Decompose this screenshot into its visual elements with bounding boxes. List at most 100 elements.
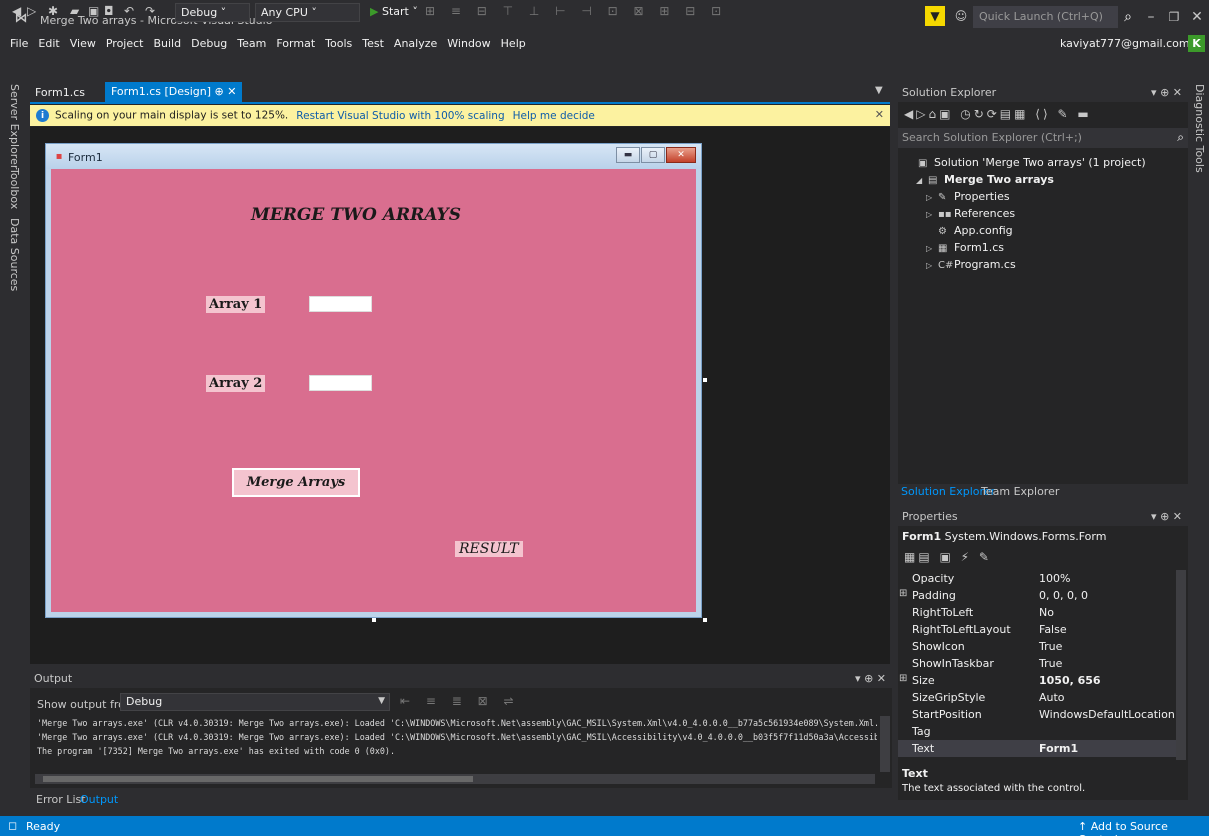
tab-error-list[interactable]: Error List xyxy=(36,793,86,806)
property-value[interactable]: Auto xyxy=(1039,691,1065,704)
panel-pin-close-icons[interactable]: ▾ ⊕ ✕ xyxy=(1151,86,1182,99)
solution-explorer-search-input[interactable]: Search Solution Explorer (Ctrl+;) ⌕ xyxy=(898,128,1188,148)
menu-team[interactable]: Team xyxy=(232,34,271,53)
pin-icon[interactable]: ⊕ xyxy=(215,85,224,98)
output-toolbar-icons[interactable]: ⇤ ≡ ≣ ⊠ ⇌ xyxy=(400,694,520,708)
menu-tools[interactable]: Tools xyxy=(320,34,357,53)
menu-test[interactable]: Test xyxy=(357,34,389,53)
save-icon[interactable]: ▣ xyxy=(88,4,99,22)
resize-handle-right[interactable] xyxy=(703,378,707,382)
resize-handle-corner[interactable] xyxy=(703,618,707,622)
output-pin-close-icons[interactable]: ▾ ⊕ ✕ xyxy=(855,672,886,685)
property-row[interactable]: ⊞ Size 1050, 656 xyxy=(898,672,1176,689)
restart-scaling-link[interactable]: Restart Visual Studio with 100% scaling xyxy=(296,110,504,122)
new-project-icon[interactable]: ✱ xyxy=(48,4,58,22)
tree-item[interactable]: ▣ Solution 'Merge Two arrays' (1 project) xyxy=(898,156,1146,173)
help-decide-link[interactable]: Help me decide xyxy=(513,110,595,122)
form-maximize-button[interactable]: ▢ xyxy=(641,147,665,163)
tree-item[interactable]: ▷ ▪▪ References xyxy=(898,207,1015,224)
property-row[interactable]: ShowIcon True xyxy=(898,638,1176,655)
server-explorer-tab[interactable]: Server Explorer xyxy=(8,84,21,169)
tree-item[interactable]: ◢ ▤ Merge Two arrays xyxy=(898,173,1054,190)
output-scroll-thumb[interactable] xyxy=(43,776,473,782)
property-row[interactable]: StartPosition WindowsDefaultLocation xyxy=(898,706,1176,723)
property-value[interactable]: True xyxy=(1039,640,1062,653)
notification-filter-icon[interactable]: ▼ xyxy=(925,6,945,26)
property-value[interactable]: WindowsDefaultLocation xyxy=(1039,708,1175,721)
platform-select[interactable]: Any CPU ˅ xyxy=(255,3,360,22)
feedback-icon[interactable]: ☺ xyxy=(953,8,969,24)
merge-arrays-button[interactable]: Merge Arrays xyxy=(232,468,360,497)
tab-output[interactable]: Output xyxy=(80,793,118,806)
menu-window[interactable]: Window xyxy=(442,34,495,53)
menu-project[interactable]: Project xyxy=(101,34,149,53)
search-icon[interactable]: ⌕ xyxy=(1118,6,1138,28)
property-value[interactable]: 1050, 656 xyxy=(1039,674,1101,687)
quick-launch-input[interactable]: Quick Launch (Ctrl+Q) xyxy=(973,6,1118,28)
restore-button[interactable]: ❐ xyxy=(1163,6,1185,28)
form-minimize-button[interactable]: ▬ xyxy=(616,147,640,163)
collapsed-arrow-icon[interactable]: ▷ xyxy=(926,244,938,253)
menu-file[interactable]: File xyxy=(0,34,33,53)
properties-toolbar[interactable]: ▦▤ ▣ ⚡ ✎ xyxy=(898,548,1188,568)
collapsed-arrow-icon[interactable]: ▷ xyxy=(926,210,938,219)
property-row[interactable]: ⊞ Padding 0, 0, 0, 0 xyxy=(898,587,1176,604)
menu-debug[interactable]: Debug xyxy=(186,34,232,53)
property-row[interactable]: Opacity 100% xyxy=(898,570,1176,587)
open-file-icon[interactable]: ▰ xyxy=(70,4,79,22)
minimize-button[interactable]: – xyxy=(1140,6,1162,28)
back-icon[interactable]: ◀ xyxy=(12,4,21,22)
tabs-dropdown-icon[interactable]: ▼ xyxy=(875,85,883,96)
expand-plus-icon[interactable]: ⊞ xyxy=(899,588,907,599)
redo-icon[interactable]: ↷ xyxy=(145,4,155,22)
diagnostic-tools-tab[interactable]: Diagnostic Tools xyxy=(1193,84,1206,173)
tree-item[interactable]: ⚙ App.config xyxy=(898,224,1013,241)
property-value[interactable]: 100% xyxy=(1039,572,1070,585)
properties-object-select[interactable]: Form1 System.Windows.Forms.Form xyxy=(898,528,1188,546)
resize-handle-bottom[interactable] xyxy=(372,618,376,622)
menu-view[interactable]: View xyxy=(65,34,101,53)
menu-help[interactable]: Help xyxy=(496,34,531,53)
save-all-icon[interactable]: ◘ xyxy=(104,4,114,22)
property-row[interactable]: RightToLeftLayout False xyxy=(898,621,1176,638)
menu-format[interactable]: Format xyxy=(271,34,320,53)
layout-alignment-icons[interactable]: ⊞ ≡ ⊟ ⊤ ⊥ ⊢ ⊣ ⊡ ⊠ ⊞ ⊟ ⊡ xyxy=(425,4,727,22)
output-vertical-scrollbar[interactable] xyxy=(880,716,890,772)
property-value[interactable]: False xyxy=(1039,623,1067,636)
tab-close-icon[interactable]: ✕ xyxy=(227,85,236,98)
tab-form1-cs[interactable]: Form1.cs xyxy=(35,86,85,99)
forward-icon[interactable]: ▷ xyxy=(27,4,36,22)
close-button[interactable]: ✕ xyxy=(1186,6,1208,28)
search-icon[interactable]: ⌕ xyxy=(1177,130,1184,145)
expand-plus-icon[interactable]: ⊞ xyxy=(899,673,907,684)
tab-form1-design[interactable]: Form1.cs [Design] ⊕ ✕ xyxy=(105,82,243,102)
form-close-button[interactable]: ✕ xyxy=(666,147,696,163)
property-row[interactable]: Tag xyxy=(898,723,1176,740)
property-value[interactable]: 0, 0, 0, 0 xyxy=(1039,589,1088,602)
output-source-select[interactable]: Debug ▼ xyxy=(120,693,390,711)
property-row[interactable]: RightToLeft No xyxy=(898,604,1176,621)
tree-item[interactable]: ▷ ▦ Form1.cs xyxy=(898,241,1004,258)
data-sources-tab[interactable]: Data Sources xyxy=(8,218,21,291)
array2-textbox[interactable] xyxy=(309,375,372,391)
toolbox-tab[interactable]: Toolbox xyxy=(8,168,21,209)
start-button[interactable]: ▶ Start ˅ xyxy=(366,3,422,22)
menu-build[interactable]: Build xyxy=(148,34,186,53)
undo-icon[interactable]: ↶ xyxy=(124,4,134,22)
solution-explorer-toolbar[interactable]: ◀▷⌂▣ ◷↻⟳▤▦ ⟨⟩ ✎ ▬ xyxy=(898,104,1188,126)
form-window[interactable]: ▪ Form1 ▬ ▢ ✕ MERGE TWO ARRAYS Array 1 A… xyxy=(45,143,702,618)
expanded-arrow-icon[interactable]: ◢ xyxy=(916,176,928,185)
property-value[interactable]: No xyxy=(1039,606,1054,619)
account-avatar[interactable]: K xyxy=(1188,35,1205,52)
add-to-source-control-button[interactable]: ↑ Add to Source Control ▴ xyxy=(1078,820,1209,836)
properties-scrollbar[interactable] xyxy=(1176,570,1186,760)
tab-team-explorer[interactable]: Team Explorer xyxy=(981,485,1059,498)
property-row[interactable]: ShowInTaskbar True xyxy=(898,655,1176,672)
property-value[interactable]: Form1 xyxy=(1039,742,1078,755)
panel-pin-close-icons[interactable]: ▾ ⊕ ✕ xyxy=(1151,510,1182,523)
menu-edit[interactable]: Edit xyxy=(33,34,64,53)
collapsed-arrow-icon[interactable]: ▷ xyxy=(926,261,938,270)
property-value[interactable]: True xyxy=(1039,657,1062,670)
tree-item[interactable]: ▷ C#Program.cs xyxy=(898,258,1016,275)
configuration-select[interactable]: Debug ˅ xyxy=(175,3,250,22)
